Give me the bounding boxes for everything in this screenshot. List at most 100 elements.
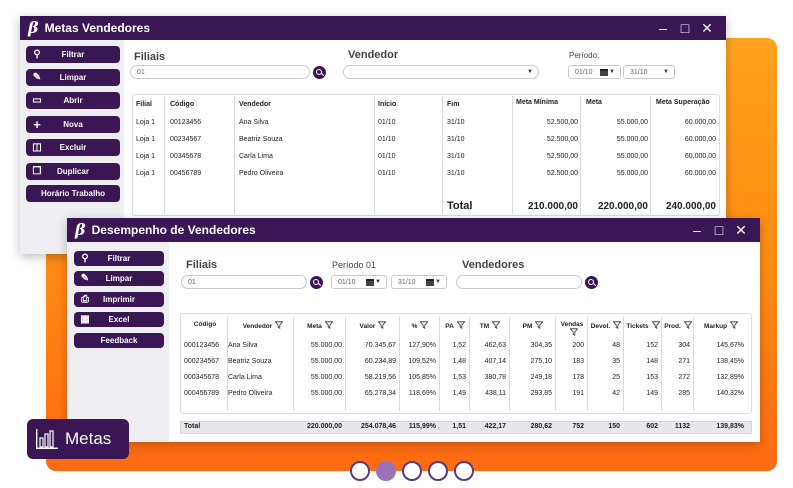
filter-icon[interactable] bbox=[454, 321, 465, 330]
col-divider bbox=[512, 96, 513, 214]
table-cell: 31/10 bbox=[447, 170, 465, 177]
maximize-icon[interactable]: □ bbox=[708, 222, 730, 238]
minimize-icon[interactable]: – bbox=[652, 20, 674, 36]
excel-button[interactable]: ▦ Excel bbox=[74, 312, 164, 327]
table-cell: 42 bbox=[612, 390, 620, 397]
table-cell: 285 bbox=[678, 390, 690, 397]
close-icon[interactable]: ✕ bbox=[730, 222, 752, 239]
col-header-vendedor[interactable]: Vendedor bbox=[239, 101, 271, 108]
col-header[interactable]: PM bbox=[510, 321, 556, 330]
minimize-icon[interactable]: – bbox=[686, 222, 708, 238]
carousel-dot[interactable] bbox=[376, 461, 396, 481]
filter-icon[interactable] bbox=[649, 321, 660, 330]
vendedor-select[interactable]: ▼ bbox=[343, 65, 539, 79]
filter-icon[interactable] bbox=[322, 321, 333, 330]
col-header[interactable]: Tickets bbox=[624, 321, 662, 330]
filiais-input[interactable]: 01 bbox=[181, 275, 307, 289]
table-cell: Beatriz Souza bbox=[228, 358, 272, 365]
table-cell: 304 bbox=[678, 342, 690, 349]
table-cell: 272 bbox=[678, 374, 690, 381]
col-header[interactable]: PA bbox=[440, 321, 470, 330]
filter-icon[interactable] bbox=[727, 321, 739, 330]
table-cell: Loja 1 bbox=[136, 119, 156, 126]
filter-icon[interactable] bbox=[681, 321, 692, 330]
filter-icon[interactable] bbox=[489, 321, 501, 330]
table-cell: 00345678 bbox=[170, 153, 202, 160]
table-cell: 138,45% bbox=[716, 358, 744, 365]
table-cell: 55.000,00 bbox=[616, 153, 648, 160]
filiais-input[interactable]: 01 bbox=[130, 65, 310, 79]
duplicar-button[interactable]: ❐ Duplicar bbox=[26, 163, 120, 180]
carousel-dot[interactable] bbox=[428, 461, 448, 481]
col-header-fim[interactable]: Fim bbox=[447, 101, 459, 108]
filtrar-button[interactable]: ⚲ Filtrar bbox=[74, 251, 164, 266]
col-header[interactable]: Devol. bbox=[588, 321, 624, 330]
col-header-meta-superacao[interactable]: Meta Superação bbox=[656, 99, 710, 106]
col-header[interactable]: Valor bbox=[346, 321, 400, 330]
feedback-button[interactable]: Feedback bbox=[74, 333, 164, 348]
col-header[interactable]: Meta bbox=[294, 321, 346, 330]
filter-icon[interactable] bbox=[417, 321, 429, 330]
table-cell: 293,85 bbox=[530, 390, 552, 397]
table-cell: 48 bbox=[612, 342, 620, 349]
carousel-dot[interactable] bbox=[350, 461, 370, 481]
col-header-inicio[interactable]: Início bbox=[378, 101, 396, 108]
filiais-search-button[interactable] bbox=[313, 66, 326, 79]
table-cell: 55.000,00 bbox=[310, 390, 342, 397]
col-header[interactable]: Código bbox=[184, 321, 226, 328]
filter-icon[interactable] bbox=[375, 321, 387, 330]
table-cell: 118,69% bbox=[408, 390, 436, 397]
window-title: Metas Vendedores bbox=[44, 21, 150, 35]
filiais-search-button[interactable] bbox=[310, 276, 323, 289]
vendedores-search-button[interactable] bbox=[585, 276, 598, 289]
filter-icon[interactable] bbox=[567, 328, 578, 337]
table-cell: 1,53 bbox=[452, 374, 466, 381]
table-cell: Pedro Oliveira bbox=[228, 390, 273, 397]
table-cell: 200 bbox=[572, 342, 584, 349]
limpar-button[interactable]: ✎ Limpar bbox=[26, 69, 120, 86]
col-header-codigo[interactable]: Código bbox=[170, 101, 194, 108]
col-header-label: Vendas bbox=[560, 321, 584, 328]
horario-trabalho-button[interactable]: Horário Trabalho bbox=[26, 185, 120, 202]
col-header-meta[interactable]: Meta bbox=[586, 99, 602, 106]
table-cell: Loja 1 bbox=[136, 170, 156, 177]
col-header[interactable]: Prod. bbox=[662, 321, 694, 330]
col-header[interactable]: Vendedor bbox=[228, 321, 298, 330]
table-cell: 31/10 bbox=[447, 153, 465, 160]
carousel-dot[interactable] bbox=[454, 461, 474, 481]
periodo-end-input[interactable]: 31/10 ▼ bbox=[623, 65, 675, 79]
table-cell: 462,63 bbox=[484, 342, 506, 349]
table-cell: Pedro Oliveira bbox=[239, 170, 284, 177]
col-header-filial[interactable]: Filial bbox=[136, 101, 152, 108]
carousel-dot[interactable] bbox=[402, 461, 422, 481]
table-cell: 304,35 bbox=[530, 342, 552, 349]
periodo-end-input[interactable]: 31/10 ▼ bbox=[391, 275, 447, 289]
limpar-button[interactable]: ✎ Limpar bbox=[74, 271, 164, 286]
table-cell: 35 bbox=[612, 358, 620, 365]
excluir-button[interactable]: ◫ Excluir bbox=[26, 139, 120, 156]
periodo-start-input[interactable]: 01/10 ▼ bbox=[568, 65, 621, 79]
plus-icon: + bbox=[33, 116, 41, 132]
col-header[interactable]: % bbox=[400, 321, 440, 330]
close-icon[interactable]: ✕ bbox=[696, 20, 718, 37]
col-header[interactable]: TM bbox=[470, 321, 510, 330]
filter-icon[interactable] bbox=[272, 321, 284, 330]
table-cell: 52.500,00 bbox=[546, 153, 578, 160]
imprimir-button[interactable]: ⎙ Imprimir bbox=[74, 292, 164, 307]
col-header[interactable]: Vendas bbox=[556, 321, 588, 337]
col-header-label: Markup bbox=[703, 323, 728, 330]
periodo-start-input[interactable]: 01/10 ▼ bbox=[331, 275, 387, 289]
window-titlebar: β Desempenho de Vendedores – □ ✕ bbox=[67, 218, 760, 242]
filter-icon[interactable] bbox=[610, 321, 622, 330]
filtrar-button[interactable]: ⚲ Filtrar bbox=[26, 46, 120, 63]
nova-button[interactable]: + Nova bbox=[26, 116, 120, 133]
abrir-button[interactable]: ▭ Abrir bbox=[26, 92, 120, 109]
col-header-meta-minima[interactable]: Meta Mínima bbox=[516, 99, 558, 106]
vendedores-input[interactable] bbox=[456, 275, 582, 289]
col-header[interactable]: Markup bbox=[694, 321, 748, 330]
maximize-icon[interactable]: □ bbox=[674, 20, 696, 36]
table-cell: 000234567 bbox=[184, 358, 220, 365]
printer-icon: ⎙ bbox=[81, 293, 89, 305]
filter-icon[interactable] bbox=[532, 321, 544, 330]
table-cell: 000345678 bbox=[184, 374, 220, 381]
